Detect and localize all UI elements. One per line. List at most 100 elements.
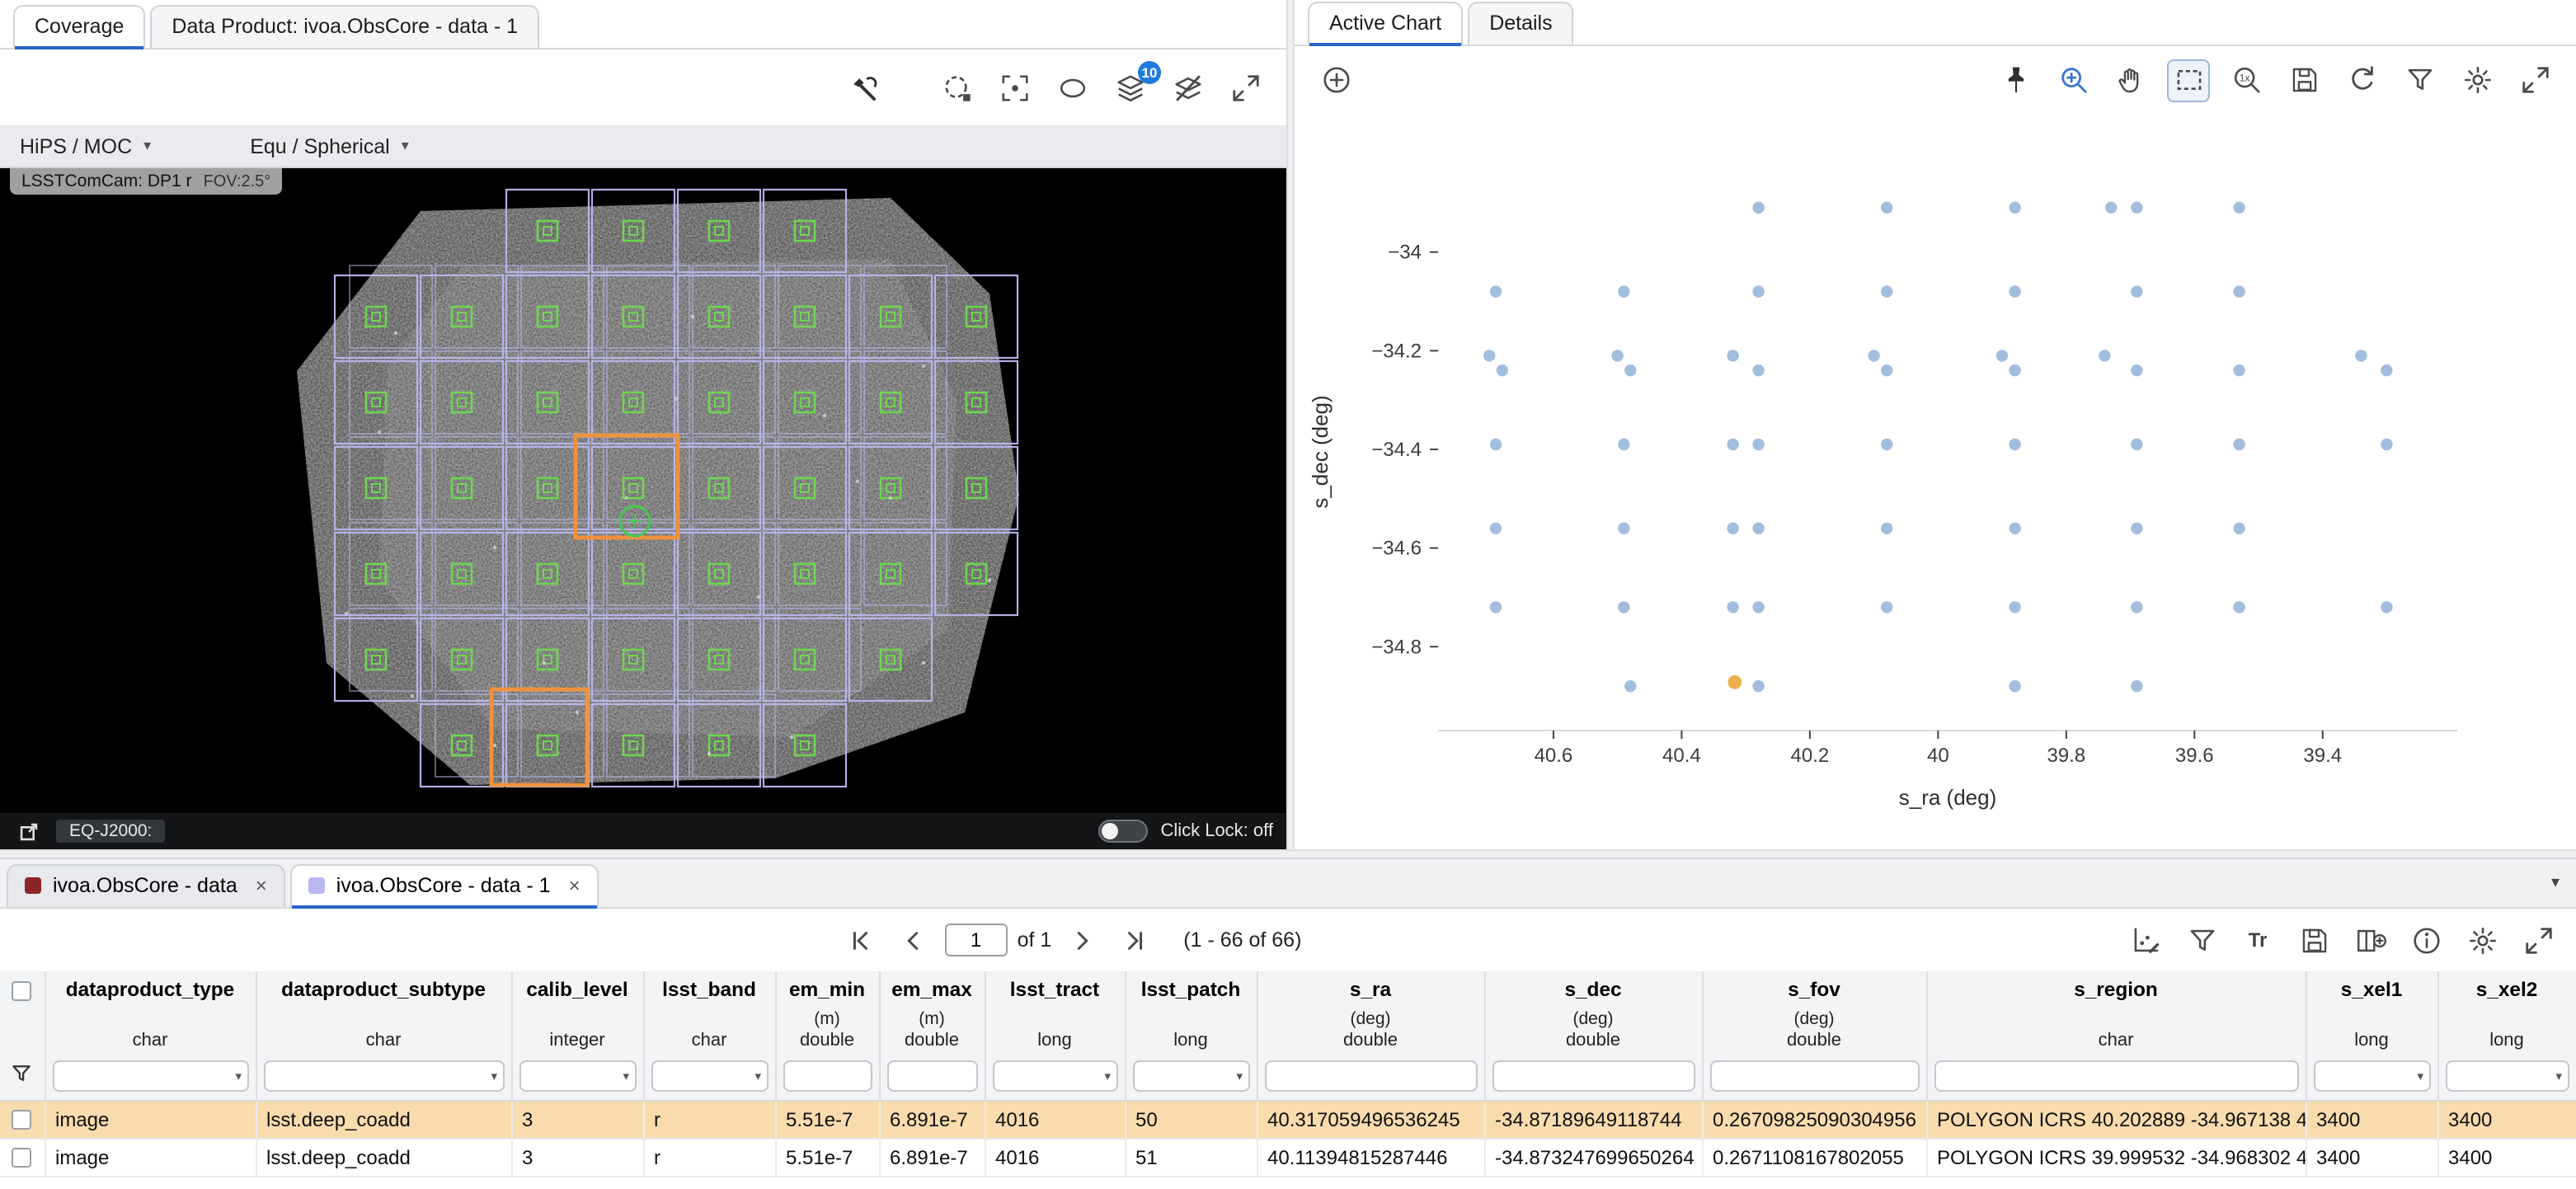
filter-input-lsst_tract[interactable] [992, 1060, 1117, 1092]
col-header-em_max[interactable]: em_max [879, 971, 985, 1008]
scatter-point[interactable] [1624, 364, 1636, 376]
scatter-point[interactable] [2009, 285, 2020, 297]
scatter-point[interactable] [1727, 439, 1738, 450]
filter-caret-icon[interactable]: ▾ [2555, 1069, 2562, 1083]
scatter-point[interactable] [2105, 202, 2117, 214]
coverage-sky-view[interactable]: LSSTComCam: DP1 r FOV:2.5° [0, 168, 1286, 813]
filter-row-icon[interactable] [11, 1062, 34, 1085]
row-checkbox[interactable] [12, 1149, 32, 1168]
scatter-point[interactable] [1611, 350, 1623, 361]
scatter-point[interactable] [1490, 601, 1502, 613]
scatter-point[interactable] [2233, 523, 2245, 534]
filter-caret-icon[interactable]: ▾ [623, 1069, 629, 1083]
scatter-point[interactable] [1624, 680, 1636, 692]
scatter-point[interactable] [2131, 439, 2142, 450]
scatter-point-selected[interactable] [1728, 675, 1742, 689]
settings-gear-icon[interactable] [2456, 59, 2498, 101]
scatter-point[interactable] [2355, 350, 2367, 361]
scatter-point[interactable] [1618, 523, 1629, 534]
scatter-point[interactable] [2233, 202, 2245, 214]
scatter-point[interactable] [2009, 202, 2020, 214]
scatter-point[interactable] [1490, 285, 1502, 297]
scatter-point[interactable] [1490, 439, 1502, 450]
row-checkbox[interactable] [12, 1111, 32, 1130]
filter-input-dataproduct_type[interactable] [52, 1060, 248, 1092]
filter-input-calib_level[interactable] [519, 1060, 636, 1092]
scatter-point[interactable] [2381, 439, 2392, 450]
scatter-point[interactable] [1752, 439, 1764, 450]
restore-icon[interactable] [2340, 59, 2383, 101]
scatter-point[interactable] [1618, 439, 1629, 450]
col-header-s_ra[interactable]: s_ra [1257, 971, 1484, 1008]
open-viewer-icon[interactable] [13, 816, 43, 846]
text-view-icon[interactable]: Tr [2236, 919, 2279, 961]
scatter-point[interactable] [1881, 523, 1892, 534]
scatter-point[interactable] [1752, 285, 1764, 297]
panel-splitter-horizontal[interactable] [0, 849, 2576, 859]
scatter-chart[interactable]: 40.640.440.24039.839.639.4−34−34.2−34.4−… [1295, 114, 2576, 841]
col-header-s_dec[interactable]: s_dec [1484, 971, 1702, 1008]
scatter-point[interactable] [2233, 364, 2245, 376]
data-table-container[interactable]: dataproduct_typedataproduct_subtypecalib… [0, 971, 2576, 1189]
table-row[interactable]: imagelsst.deep_coadd3r5.51e-76.891e-7401… [0, 1138, 2576, 1176]
tab-data-product[interactable]: Data Product: ivoa.ObsCore - data - 1 [150, 5, 539, 48]
filter-input-s_fov[interactable] [1709, 1060, 1919, 1092]
scatter-point[interactable] [2381, 601, 2392, 613]
add-chart-icon[interactable] [2124, 919, 2167, 961]
filter-input-em_max[interactable] [886, 1060, 977, 1092]
filter-caret-icon[interactable]: ▾ [235, 1069, 242, 1083]
add-chart-circle-icon[interactable] [1314, 59, 1357, 101]
col-header-s_region[interactable]: s_region [1926, 971, 2306, 1008]
scatter-point[interactable] [1881, 601, 1892, 613]
scatter-point[interactable] [2233, 439, 2245, 450]
zoom-in-icon[interactable] [2052, 59, 2094, 101]
scatter-point[interactable] [1881, 285, 1892, 297]
scatter-point[interactable] [2131, 601, 2142, 613]
scatter-point[interactable] [1727, 350, 1738, 361]
select-area-icon[interactable] [935, 66, 978, 109]
last-page-button[interactable] [1114, 919, 1157, 961]
layers-icon[interactable]: 10 [1108, 66, 1151, 109]
save-icon[interactable] [2292, 919, 2335, 961]
col-header-s_xel2[interactable]: s_xel2 [2437, 971, 2576, 1008]
filter-icon[interactable] [2398, 59, 2441, 101]
marquee-select-icon[interactable] [2167, 59, 2210, 101]
filter-input-lsst_band[interactable] [651, 1060, 768, 1092]
scatter-point[interactable] [2131, 285, 2142, 297]
select-all-checkbox[interactable] [12, 981, 32, 1001]
scatter-point[interactable] [1996, 350, 2008, 361]
scatter-point[interactable] [1490, 523, 1502, 534]
filter-input-s_xel2[interactable] [2445, 1060, 2569, 1092]
first-page-button[interactable] [839, 919, 882, 961]
expand-icon[interactable] [2517, 919, 2560, 961]
pan-hand-icon[interactable] [2109, 59, 2152, 101]
filter-input-s_ra[interactable] [1264, 1060, 1477, 1092]
scatter-point[interactable] [1752, 523, 1764, 534]
filter-input-dataproduct_subtype[interactable] [263, 1060, 504, 1092]
col-header-lsst_tract[interactable]: lsst_tract [985, 971, 1125, 1008]
scatter-point[interactable] [2009, 364, 2020, 376]
col-header-dataproduct_subtype[interactable]: dataproduct_subtype [256, 971, 511, 1008]
scatter-point[interactable] [2131, 523, 2142, 534]
settings-gear-icon[interactable] [2461, 919, 2503, 961]
page-input[interactable] [945, 923, 1008, 956]
filter-input-em_min[interactable] [783, 1060, 872, 1092]
table-tab-obscore-data[interactable]: ivoa.ObsCore - data × [7, 864, 285, 907]
add-column-icon[interactable] [2348, 919, 2391, 961]
col-header-dataproduct_type[interactable]: dataproduct_type [45, 971, 256, 1008]
tab-details[interactable]: Details [1468, 2, 1573, 45]
scatter-point[interactable] [2009, 680, 2020, 692]
col-header-s_xel1[interactable]: s_xel1 [2306, 971, 2437, 1008]
scatter-point[interactable] [1727, 601, 1738, 613]
info-icon[interactable] [2404, 919, 2447, 961]
filter-caret-icon[interactable]: ▾ [1104, 1069, 1111, 1083]
ellipse-region-icon[interactable] [1051, 66, 1093, 109]
filter-caret-icon[interactable]: ▾ [2417, 1069, 2423, 1083]
close-icon[interactable]: × [256, 874, 267, 897]
filter-caret-icon[interactable]: ▾ [754, 1069, 761, 1083]
scatter-point[interactable] [1752, 202, 1764, 214]
save-icon[interactable] [2282, 59, 2325, 101]
scatter-point[interactable] [2131, 364, 2142, 376]
recenter-icon[interactable] [993, 66, 1036, 109]
chart-area[interactable]: 40.640.440.24039.839.639.4−34−34.2−34.4−… [1295, 114, 2576, 849]
